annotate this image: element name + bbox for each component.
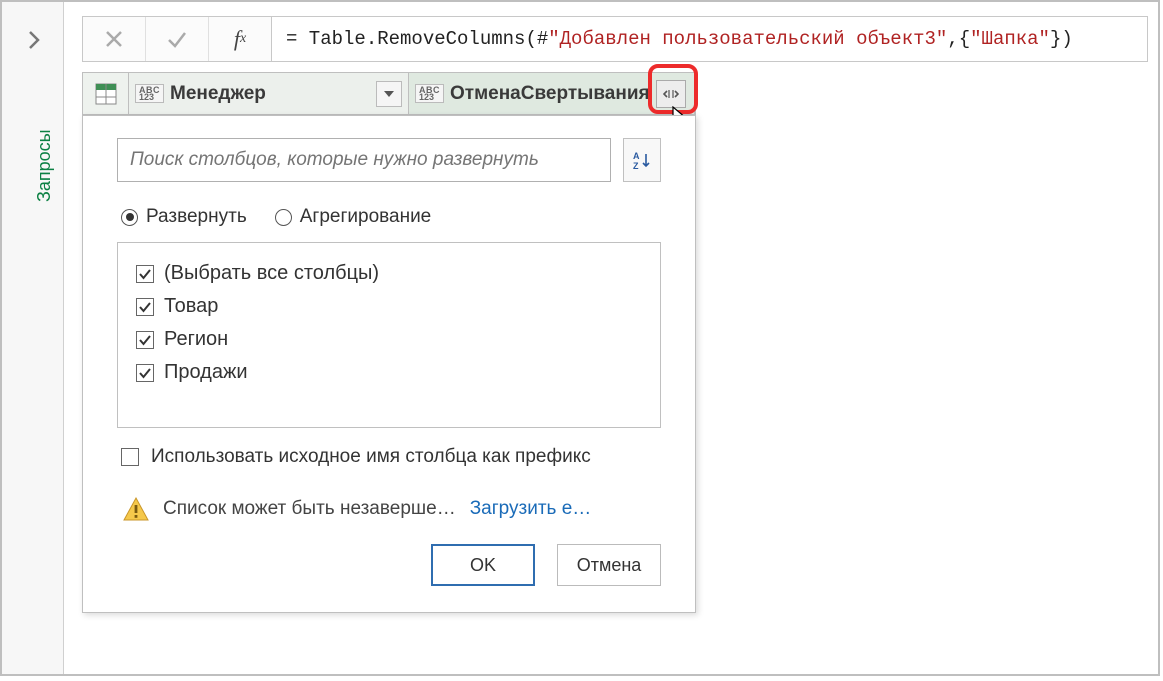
cancel-formula-icon[interactable] [83, 17, 146, 61]
grid-header: ABC123 Менеджер ABC123 ОтменаСвертывания [82, 72, 696, 115]
checkbox-icon [136, 298, 154, 316]
type-any-icon: ABC123 [415, 84, 444, 103]
ok-button[interactable]: OK [431, 544, 535, 586]
fx-icon[interactable]: fx [209, 17, 271, 61]
radio-icon [275, 209, 292, 226]
warning-row: Список может быть незаверше… Загрузить е… [117, 496, 661, 522]
checkbox-icon [136, 364, 154, 382]
warning-icon [123, 496, 149, 522]
checkbox-icon [121, 448, 139, 466]
list-item-label: (Выбрать все столбцы) [164, 262, 379, 285]
list-item-label: Товар [164, 295, 218, 318]
checkbox-icon [136, 331, 154, 349]
column-label: ОтменаСвертывания [450, 83, 650, 105]
svg-text:Z: Z [633, 161, 639, 170]
warning-text: Список может быть незаверше… [163, 498, 456, 520]
svg-text:A: A [633, 151, 640, 161]
expand-rail-icon[interactable] [24, 28, 44, 52]
table-icon[interactable] [83, 73, 129, 114]
formula-text: }) [1050, 28, 1073, 50]
formula-string: "Шапка" [970, 28, 1050, 50]
column-header-unpivot[interactable]: ABC123 ОтменаСвертывания [409, 73, 695, 114]
column-header-manager[interactable]: ABC123 Менеджер [129, 73, 409, 114]
radio-expand[interactable]: Развернуть [121, 206, 247, 228]
formula-text: = Table.RemoveColumns(# [286, 28, 548, 50]
radio-label: Агрегирование [300, 206, 432, 228]
expand-popup: A Z Развернуть Агрегирование (Выбра [82, 115, 696, 613]
button-row: OK Отмена [117, 544, 661, 586]
load-more-link[interactable]: Загрузить е… [470, 498, 592, 520]
list-item-select-all[interactable]: (Выбрать все столбцы) [128, 257, 650, 290]
column-label: Менеджер [170, 83, 370, 105]
formula-string: "Добавлен пользовательский объект3" [548, 28, 947, 50]
list-item[interactable]: Регион [128, 323, 650, 356]
list-item[interactable]: Товар [128, 290, 650, 323]
search-columns-input[interactable] [117, 138, 611, 182]
list-item-label: Регион [164, 328, 228, 351]
formula-text: ,{ [947, 28, 970, 50]
columns-list: (Выбрать все столбцы) Товар Регион Прода… [117, 242, 661, 428]
expand-column-icon[interactable] [656, 80, 686, 108]
use-prefix-checkbox[interactable]: Использовать исходное имя столбца как пр… [117, 446, 661, 468]
cancel-button[interactable]: Отмена [557, 544, 661, 586]
formula-controls: fx [82, 16, 272, 62]
mode-radio-group: Развернуть Агрегирование [117, 206, 661, 228]
radio-aggregate[interactable]: Агрегирование [275, 206, 432, 228]
rail-label[interactable]: Запросы [34, 129, 55, 202]
checkbox-icon [136, 265, 154, 283]
sort-button[interactable]: A Z [623, 138, 661, 182]
formula-input[interactable]: = Table.RemoveColumns(#"Добавлен пользов… [272, 16, 1148, 62]
commit-formula-icon[interactable] [146, 17, 209, 61]
formula-bar: fx = Table.RemoveColumns(#"Добавлен поль… [82, 16, 1148, 62]
list-item-label: Продажи [164, 361, 248, 384]
type-any-icon: ABC123 [135, 84, 164, 103]
filter-dropdown-icon[interactable] [376, 81, 402, 107]
radio-label: Развернуть [146, 206, 247, 228]
left-rail: Запросы [2, 2, 64, 674]
list-item[interactable]: Продажи [128, 356, 650, 389]
radio-icon [121, 209, 138, 226]
checkbox-label: Использовать исходное имя столбца как пр… [151, 446, 591, 468]
